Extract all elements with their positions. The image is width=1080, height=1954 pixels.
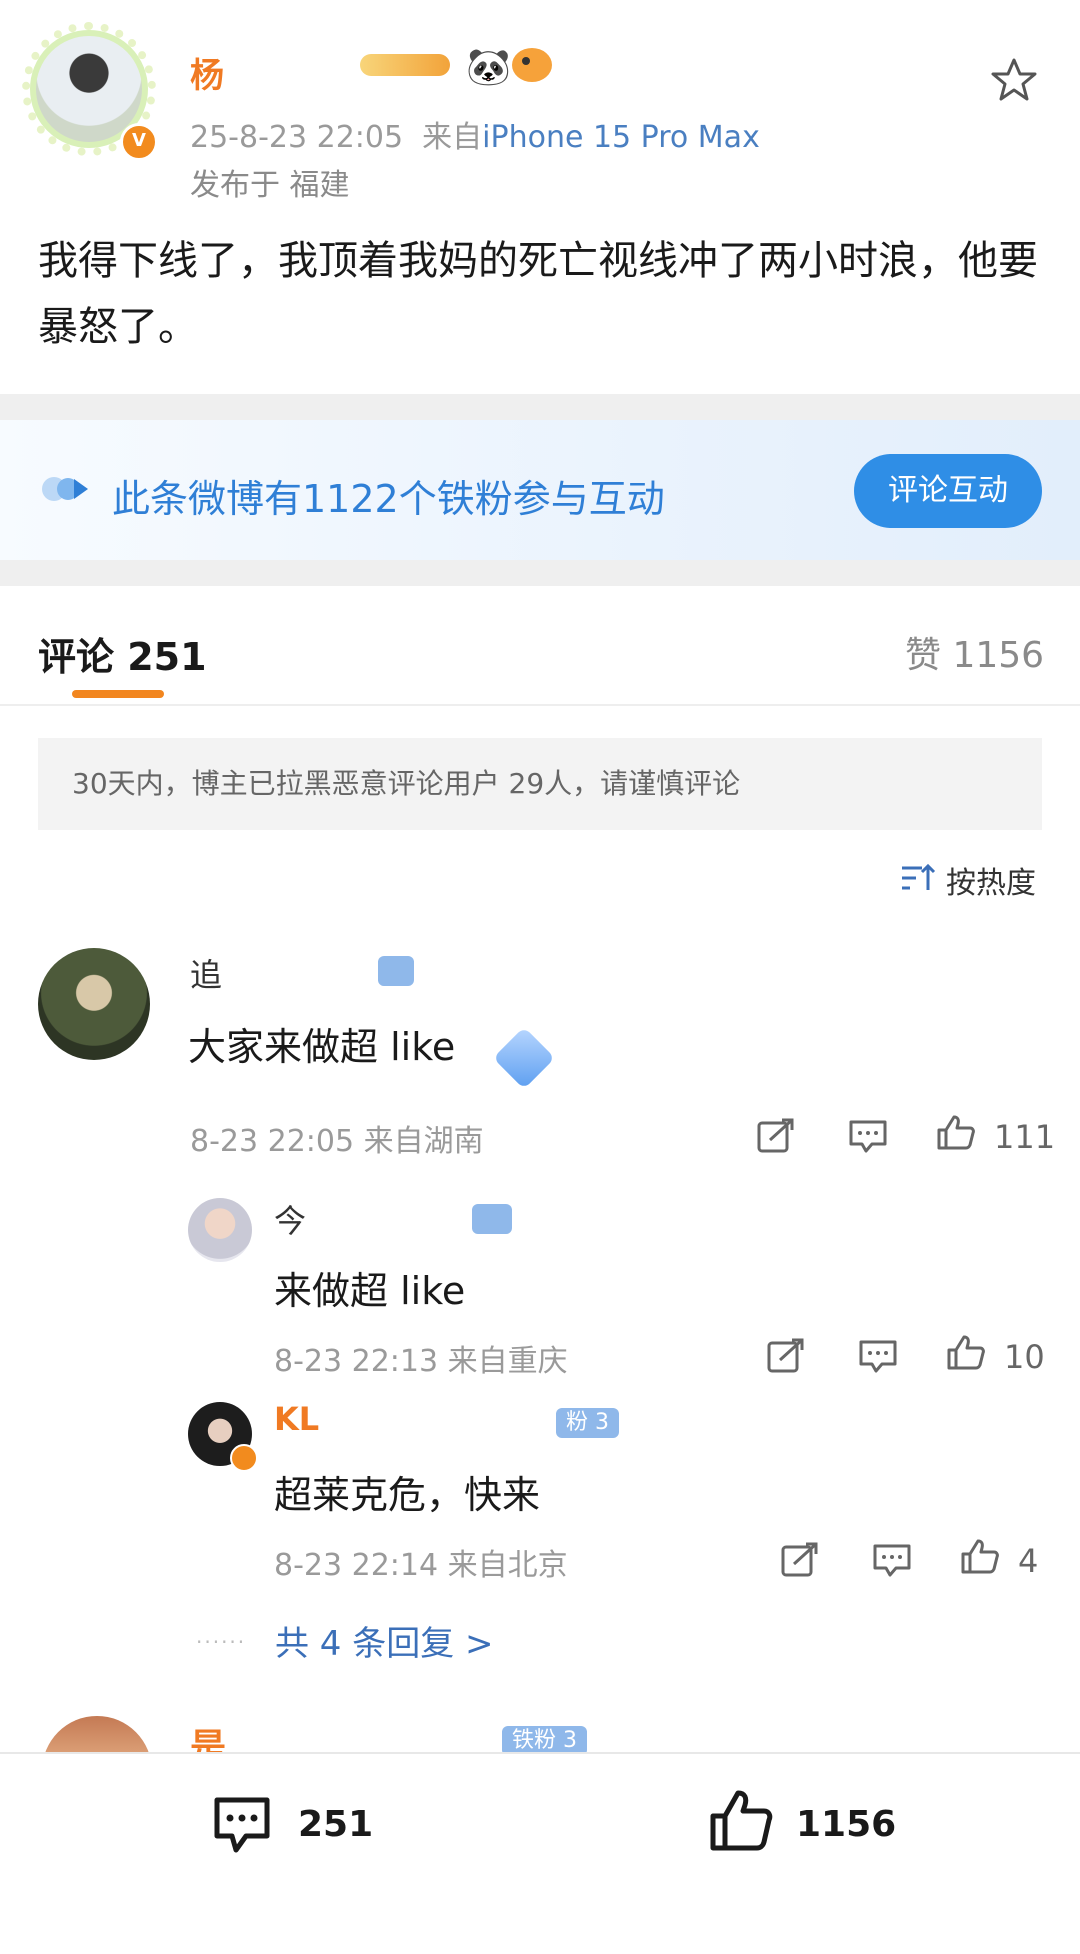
reply-text: 超莱克危，快来: [274, 1473, 541, 1517]
like-icon[interactable]: [946, 1334, 986, 1370]
like-icon[interactable]: [936, 1114, 976, 1150]
reply-icon[interactable]: [858, 1338, 898, 1374]
comment-text: 大家来做超 like: [188, 1025, 456, 1069]
fan-interaction-text: 此条微博有1122个铁粉参与互动: [112, 477, 665, 521]
section-divider: [0, 560, 1080, 586]
commenter-avatar[interactable]: [38, 948, 150, 1060]
fan-badge: [378, 956, 414, 986]
post-body: 我得下线了，我顶着我妈的死亡视线冲了两小时浪，他要暴怒了。: [38, 238, 1038, 350]
name-redaction: [322, 1400, 522, 1440]
reply-text: 来做超 like: [274, 1269, 466, 1313]
vip-badge-icon: [360, 54, 450, 76]
bottom-like-count[interactable]: 1156: [796, 1804, 896, 1845]
comment-icon[interactable]: [212, 1794, 272, 1856]
author-name[interactable]: 杨: [190, 48, 225, 97]
verified-badge-icon: V: [120, 123, 158, 161]
like-count: 4: [1018, 1542, 1039, 1580]
like-icon[interactable]: [960, 1538, 1000, 1574]
post-location: 发布于 福建: [190, 168, 350, 203]
sort-by-hot[interactable]: 按热度: [946, 858, 1036, 902]
tab-active-indicator: [72, 690, 164, 698]
name-redaction: [312, 1196, 472, 1236]
fish-badge-icon: [512, 48, 552, 82]
like-count: 10: [1004, 1338, 1045, 1376]
reply-meta: 8-23 22:13 来自重庆: [274, 1344, 568, 1379]
reply-name[interactable]: KL: [274, 1400, 319, 1438]
view-all-replies-link[interactable]: 共 4 条回复 >: [275, 1616, 494, 1665]
share-icon[interactable]: [766, 1338, 806, 1374]
comment-interact-button[interactable]: 评论互动: [854, 454, 1042, 528]
favorite-star-icon[interactable]: [990, 56, 1038, 104]
source-prefix: 来自: [422, 120, 483, 155]
tab-comments[interactable]: 评论 251: [38, 626, 207, 681]
sort-icon[interactable]: [900, 862, 936, 894]
like-icon[interactable]: [708, 1788, 774, 1852]
reply-meta: 8-23 22:14 来自北京: [274, 1548, 568, 1583]
post-timestamp: 25-8-23 22:05: [190, 120, 404, 155]
header-divider: [0, 704, 1080, 706]
tab-likes[interactable]: 赞 1156: [905, 626, 1044, 678]
fan-interaction-icon: [42, 477, 88, 501]
like-count: 111: [994, 1118, 1056, 1156]
commenter-name[interactable]: 追: [190, 950, 222, 996]
reply-name[interactable]: 今: [274, 1196, 306, 1242]
moderation-notice: 30天内，博主已拉黑恶意评论用户 29人，请谨慎评论: [38, 738, 1042, 830]
verified-badge-icon: [230, 1444, 258, 1472]
thread-dots: ······: [196, 1630, 247, 1654]
post-meta: 25-8-23 22:05 来自iPhone 15 Pro Max: [190, 112, 760, 156]
reply-icon[interactable]: [848, 1118, 888, 1154]
reply-icon[interactable]: [872, 1542, 912, 1578]
comment-meta: 8-23 22:05 来自湖南: [190, 1124, 484, 1159]
section-divider: [0, 394, 1080, 420]
reply-avatar[interactable]: [188, 1198, 252, 1262]
fan-badge: 粉 3: [556, 1408, 619, 1438]
diamond-sticker-icon: [492, 1026, 556, 1090]
bottom-action-bar: [0, 1752, 1080, 1954]
device-link[interactable]: iPhone 15 Pro Max: [482, 120, 760, 155]
bottom-comment-count[interactable]: 251: [298, 1804, 373, 1845]
name-redaction: [228, 950, 378, 990]
share-icon[interactable]: [756, 1118, 796, 1154]
panda-emoji-icon: 🐼: [466, 47, 511, 88]
share-icon[interactable]: [780, 1542, 820, 1578]
fan-badge: [472, 1204, 512, 1234]
